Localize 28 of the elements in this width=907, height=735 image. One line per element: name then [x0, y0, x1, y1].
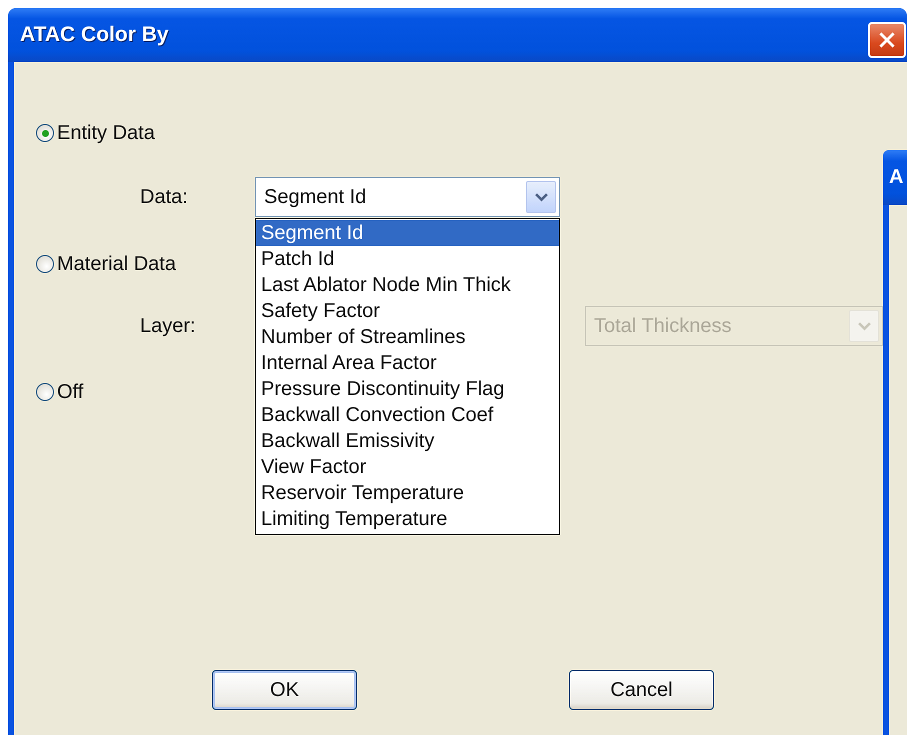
close-button[interactable] — [868, 22, 906, 58]
ok-button[interactable]: OK — [212, 670, 357, 710]
cancel-button[interactable]: Cancel — [569, 670, 714, 710]
radio-label[interactable]: Entity Data — [57, 122, 155, 144]
data-dropdown[interactable]: Segment Id — [255, 177, 560, 217]
dropdown-option[interactable]: Backwall Emissivity — [256, 428, 559, 454]
field-label: Data: — [139, 186, 189, 208]
dropdown-option[interactable]: Pressure Discontinuity Flag — [256, 376, 559, 402]
chevron-down-icon — [858, 322, 870, 330]
dropdown-option[interactable]: Limiting Temperature — [256, 506, 559, 532]
radio-label[interactable]: Off — [57, 380, 84, 404]
dropdown-option[interactable]: Safety Factor — [256, 298, 559, 324]
field-label: Layer: — [139, 314, 197, 338]
window-title: A — [889, 166, 904, 189]
radio-button[interactable] — [36, 383, 54, 401]
dropdown-option[interactable]: Backwall Convection Coef — [256, 402, 559, 428]
window-title: ATAC Color By — [20, 23, 169, 47]
dropdown-option[interactable]: View Factor — [256, 454, 559, 480]
dropdown-option[interactable]: Patch Id — [256, 246, 559, 272]
dropdown-option[interactable]: Segment Id — [256, 220, 559, 246]
radio-label[interactable]: Material Data — [57, 252, 176, 276]
radio-button[interactable] — [36, 255, 54, 273]
dropdown-option[interactable]: Internal Area Factor — [256, 350, 559, 376]
dropdown-option[interactable]: Last Ablator Node Min Thick — [256, 272, 559, 298]
dropdown-option[interactable]: Number of Streamlines — [256, 324, 559, 350]
dropdown-option[interactable]: Reservoir Temperature — [256, 480, 559, 506]
chevron-down-icon — [534, 192, 548, 202]
radio-button[interactable] — [36, 124, 54, 142]
